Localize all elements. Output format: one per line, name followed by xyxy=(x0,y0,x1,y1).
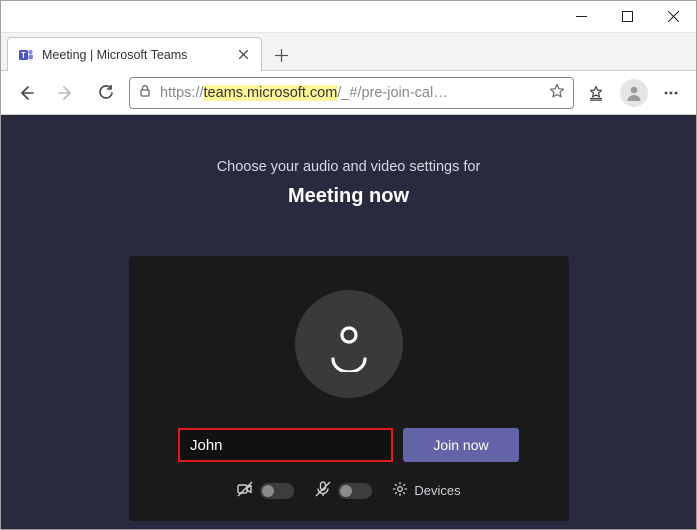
nav-refresh-button[interactable] xyxy=(89,76,123,110)
person-outline-icon xyxy=(321,316,377,372)
favorite-button[interactable] xyxy=(549,83,565,103)
arrow-left-icon xyxy=(17,84,35,102)
star-icon xyxy=(549,83,565,99)
join-row: Join now xyxy=(178,428,519,462)
url-protocol: https:// xyxy=(160,85,204,101)
close-icon xyxy=(668,11,679,22)
more-horizontal-icon xyxy=(662,84,680,102)
window-close-button[interactable] xyxy=(650,1,696,32)
lock-icon xyxy=(138,84,152,102)
gear-icon xyxy=(392,481,408,500)
tab-close-button[interactable] xyxy=(235,47,251,63)
name-input[interactable] xyxy=(178,428,393,462)
address-bar[interactable]: https://teams.microsoft.com/_#/pre-join-… xyxy=(129,77,574,109)
url-path: /_#/pre-join-cal… xyxy=(337,85,447,101)
star-plus-icon xyxy=(588,84,606,102)
devices-button[interactable]: Devices xyxy=(392,481,460,500)
profile-avatar-button[interactable] xyxy=(620,79,648,107)
window-controls xyxy=(558,1,696,32)
camera-toggle[interactable] xyxy=(260,483,294,499)
teams-favicon-icon: T xyxy=(18,47,34,63)
window-minimize-button[interactable] xyxy=(558,1,604,32)
browser-tabstrip: T Meeting | Microsoft Teams xyxy=(1,33,696,71)
person-icon xyxy=(624,83,644,103)
nav-back-button[interactable] xyxy=(9,76,43,110)
teams-prejoin-page: Choose your audio and video settings for… xyxy=(1,115,696,529)
meeting-title: Meeting now xyxy=(288,185,409,208)
camera-off-icon xyxy=(236,480,254,501)
nav-forward-button[interactable] xyxy=(49,76,83,110)
mic-toggle-group xyxy=(314,480,372,501)
url-text: https://teams.microsoft.com/_#/pre-join-… xyxy=(160,85,541,101)
favorites-bar-button[interactable] xyxy=(580,76,614,110)
camera-toggle-group xyxy=(236,480,294,501)
browser-toolbar: https://teams.microsoft.com/_#/pre-join-… xyxy=(1,71,696,115)
browser-menu-button[interactable] xyxy=(654,76,688,110)
window-maximize-button[interactable] xyxy=(604,1,650,32)
prejoin-prompt: Choose your audio and video settings for xyxy=(217,159,481,175)
maximize-icon xyxy=(622,11,633,22)
minimize-icon xyxy=(576,11,587,22)
new-tab-button[interactable] xyxy=(266,40,296,70)
devices-label: Devices xyxy=(414,483,460,498)
camera-placeholder-avatar xyxy=(295,290,403,398)
close-icon xyxy=(239,50,248,59)
svg-text:T: T xyxy=(21,51,26,60)
url-host-highlighted: teams.microsoft.com xyxy=(204,85,338,101)
prejoin-panel: Join now Devices xyxy=(129,256,569,521)
arrow-right-icon xyxy=(57,84,75,102)
mic-off-icon xyxy=(314,480,332,501)
plus-icon xyxy=(275,49,288,62)
device-row: Devices xyxy=(236,480,460,501)
tab-title: Meeting | Microsoft Teams xyxy=(42,48,227,62)
join-now-button[interactable]: Join now xyxy=(403,428,519,462)
mic-toggle[interactable] xyxy=(338,483,372,499)
window-titlebar xyxy=(1,1,696,33)
refresh-icon xyxy=(97,84,115,102)
browser-tab-active[interactable]: T Meeting | Microsoft Teams xyxy=(7,37,262,71)
